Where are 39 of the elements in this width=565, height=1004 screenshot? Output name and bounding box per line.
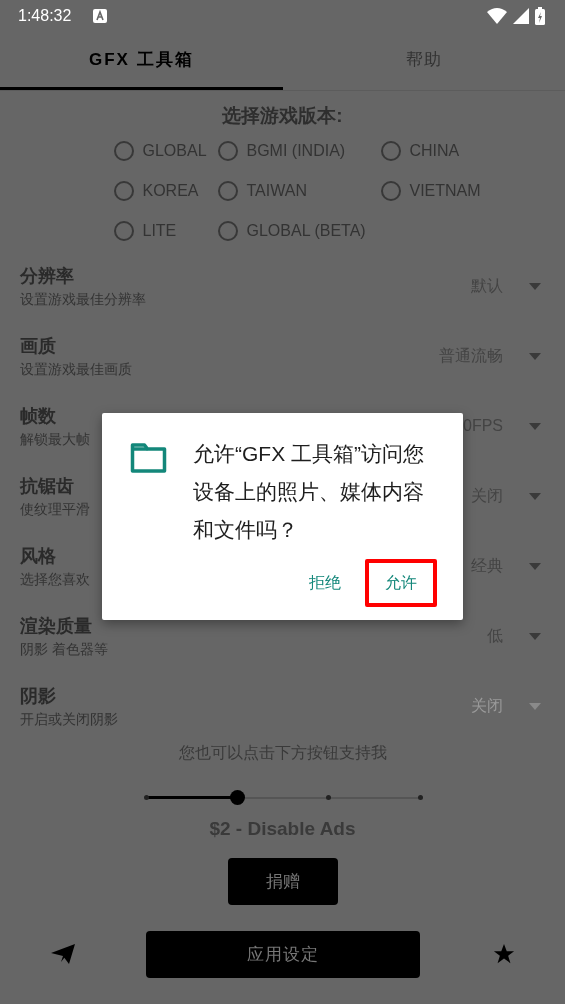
setting-title: 阴影 bbox=[20, 684, 56, 708]
tab[interactable]: GFX 工具箱 bbox=[0, 32, 283, 90]
radio-button[interactable] bbox=[217, 141, 238, 161]
dialog-button[interactable]: 拒绝 bbox=[289, 559, 361, 607]
radio-button[interactable] bbox=[113, 221, 134, 241]
radio-button[interactable] bbox=[113, 141, 134, 161]
caret-icon bbox=[529, 422, 541, 430]
setting-title: 抗锯齿 bbox=[20, 474, 74, 498]
caret-icon bbox=[529, 282, 541, 290]
caret-icon bbox=[529, 352, 541, 360]
wifi-icon bbox=[487, 8, 507, 24]
radio-button[interactable] bbox=[217, 221, 238, 241]
tier-slider[interactable] bbox=[146, 790, 420, 806]
caret-icon bbox=[529, 492, 541, 500]
apply-button[interactable]: 应用设定 bbox=[145, 931, 420, 978]
section-title: 选择游戏版本: bbox=[221, 104, 344, 128]
donate-button[interactable]: 捐赠 bbox=[227, 858, 338, 905]
dialog-button[interactable]: 允许 bbox=[365, 559, 437, 607]
folder-icon bbox=[130, 443, 167, 473]
setting-title: 帧数 bbox=[20, 404, 56, 428]
slider-thumb[interactable] bbox=[229, 790, 245, 805]
radio-button[interactable] bbox=[380, 141, 401, 161]
caret-icon bbox=[529, 632, 541, 640]
caret-icon bbox=[529, 702, 541, 710]
radio-button[interactable] bbox=[217, 181, 238, 201]
signal-icon bbox=[513, 8, 529, 24]
setting-title: 分辨率 bbox=[20, 264, 74, 288]
setting-title: 渲染质量 bbox=[20, 614, 92, 638]
notification-icon bbox=[93, 9, 108, 23]
setting-title: 画质 bbox=[20, 334, 56, 358]
radio-button[interactable] bbox=[113, 181, 134, 201]
battery-icon bbox=[535, 7, 545, 25]
caret-icon bbox=[529, 562, 541, 570]
radio-button[interactable] bbox=[380, 181, 401, 201]
star-icon[interactable] bbox=[493, 943, 515, 965]
setting-title: 风格 bbox=[20, 544, 56, 568]
dialog-message: 允许“GFX 工具箱”访问您设备上的照片、媒体内容和文件吗？ bbox=[193, 441, 425, 543]
paper-plane-icon[interactable] bbox=[51, 944, 75, 964]
status-time: 1:48:32 bbox=[18, 7, 72, 25]
